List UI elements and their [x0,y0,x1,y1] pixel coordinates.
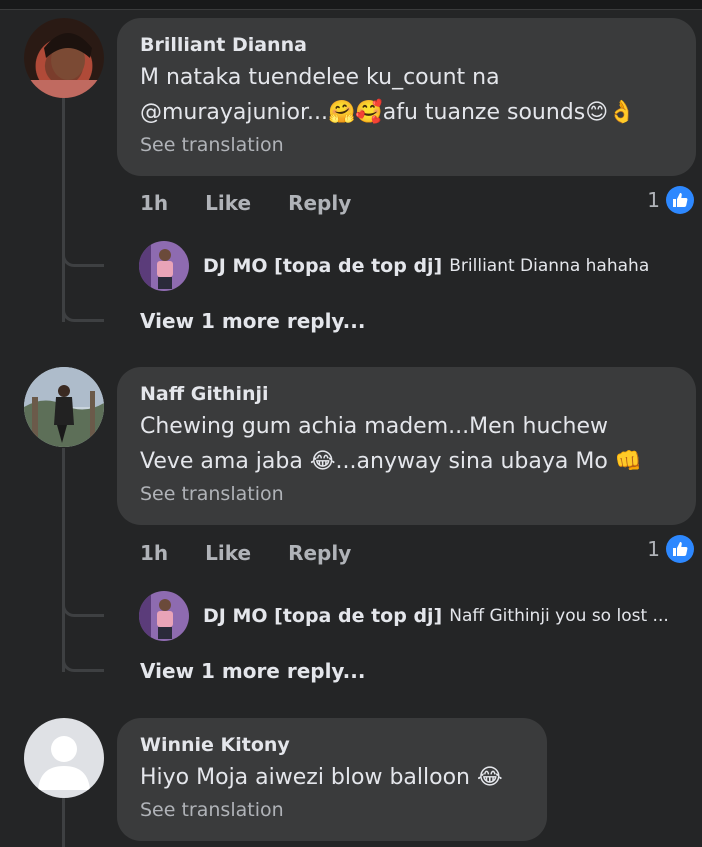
comment-author[interactable]: Winnie Kitony [140,732,525,758]
avatar-photo [24,367,104,447]
thread-line [62,798,65,847]
see-translation-link[interactable]: See translation [140,797,525,823]
top-divider [0,0,702,10]
avatar-photo [139,241,189,291]
reply-content: DJ MO [topa de top dj] Brilliant Dianna … [203,241,649,291]
comment-bubble: Winnie Kitony Hiyo Moja aiwezi blow ball… [117,718,547,841]
comment-actions: 1h Like Reply [140,187,388,219]
view-more-connector [62,658,104,672]
comment-text: Chewing gum achia madem...Men huchew Vev… [140,414,643,474]
thumbs-up-icon [666,186,694,214]
reply-button[interactable]: Reply [288,541,351,565]
thumbs-up-icon [666,535,694,563]
reaction-summary[interactable]: 1 [647,535,694,563]
reply-author[interactable]: DJ MO [topa de top dj] [203,605,442,627]
comment-text: Hiyo Moja aiwezi blow balloon 😂 [140,765,503,790]
reply-connector [62,253,104,267]
reply-button[interactable]: Reply [288,191,351,215]
comment-bubble: Naff Githinji Chewing gum achia madem...… [117,367,696,525]
avatar-dj-mo[interactable] [139,591,189,641]
comment-actions: 1h Like Reply [140,537,388,569]
thread-line [62,448,65,672]
reply-connector [62,603,104,617]
avatar-brilliant-dianna[interactable] [24,18,104,98]
reply-text: Naff Githinji you so lost ... [449,606,669,626]
comment-author[interactable]: Naff Githinji [140,381,674,407]
reply-content: DJ MO [topa de top dj] Naff Githinji you… [203,591,669,641]
reply-author[interactable]: DJ MO [topa de top dj] [203,255,442,277]
avatar-naff-githinji[interactable] [24,367,104,447]
view-more-connector [62,308,104,322]
comment-time[interactable]: 1h [140,191,168,215]
default-avatar-icon [38,736,90,790]
comment-bubble: Brilliant Dianna M nataka tuendelee ku_c… [117,18,696,176]
comment-author[interactable]: Brilliant Dianna [140,32,674,58]
reaction-count: 1 [647,188,660,212]
comment-time[interactable]: 1h [140,541,168,565]
reply-text: Brilliant Dianna hahaha [449,256,650,276]
like-button[interactable]: Like [205,541,251,565]
thread-line [62,98,65,322]
reaction-summary[interactable]: 1 [647,186,694,214]
view-more-replies-link[interactable]: View 1 more reply... [140,659,365,683]
avatar-dj-mo[interactable] [139,241,189,291]
like-button[interactable]: Like [205,191,251,215]
view-more-replies-link[interactable]: View 1 more reply... [140,309,365,333]
comment-text: M nataka tuendelee ku_count na @murayaju… [140,65,636,125]
reaction-count: 1 [647,537,660,561]
avatar-photo [139,591,189,641]
see-translation-link[interactable]: See translation [140,132,674,158]
avatar-photo [24,33,104,98]
see-translation-link[interactable]: See translation [140,481,674,507]
user-silhouette-icon[interactable] [24,718,104,798]
